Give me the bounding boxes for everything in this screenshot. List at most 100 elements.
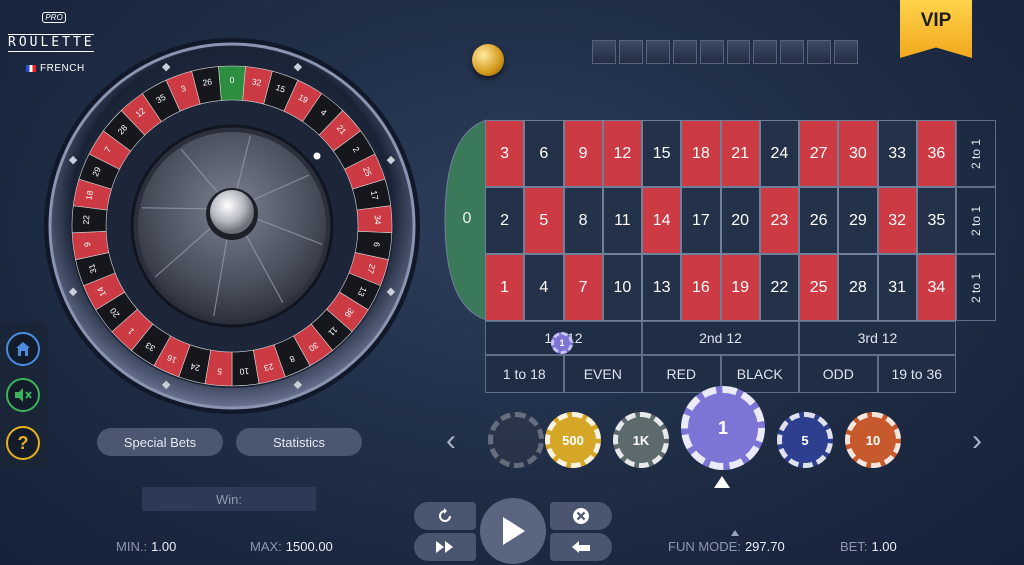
number-cell[interactable]: 2 (485, 187, 525, 254)
number-cell[interactable]: 23 (759, 187, 799, 254)
even-money-bet[interactable]: 19 to 36 (877, 355, 956, 393)
fast-forward-button[interactable] (414, 533, 476, 561)
number-cell[interactable]: 31 (877, 254, 917, 321)
number-cell[interactable]: 33 (877, 120, 917, 187)
column-bet[interactable]: 2 to 1 (956, 254, 996, 321)
chip-10[interactable]: 10 (845, 412, 901, 468)
win-display: Win: (142, 487, 316, 511)
number-cell[interactable]: 35 (916, 187, 956, 254)
number-cell[interactable]: 3 (485, 120, 525, 187)
history-slot (807, 40, 832, 64)
history-slot (672, 40, 697, 64)
chip-5[interactable]: 5 (777, 412, 833, 468)
vip-badge[interactable]: VIP (900, 0, 972, 58)
number-cell[interactable]: 30 (838, 120, 878, 187)
number-cell[interactable]: 11 (602, 187, 642, 254)
chip-1[interactable]: 1 (681, 386, 765, 470)
history-slot (699, 40, 724, 64)
number-cell[interactable]: 24 (759, 120, 799, 187)
max-value: 1500.00 (285, 539, 333, 554)
even-money-bet[interactable]: EVEN (563, 355, 642, 393)
help-button[interactable]: ? (6, 426, 40, 460)
chip-500[interactable]: 500 (545, 412, 601, 468)
repeat-icon (439, 508, 451, 522)
number-cell[interactable]: 12 (602, 120, 642, 187)
number-cell[interactable]: 6 (524, 120, 564, 187)
number-cell[interactable]: 19 (720, 254, 760, 321)
even-money-bet[interactable]: ODD (799, 355, 878, 393)
min-limit: MIN.: 1.00 (116, 539, 177, 554)
number-cell[interactable]: 17 (681, 187, 721, 254)
wheel-pocket-number: 10 (239, 366, 250, 377)
number-cell[interactable]: 22 (759, 254, 799, 321)
undo-icon (572, 541, 590, 553)
win-label: Win: (216, 491, 242, 507)
wheel-pocket-number: 22 (81, 215, 91, 225)
home-button[interactable] (6, 332, 40, 366)
pro-badge: PRO (42, 12, 66, 23)
balance-value: 297.70 (744, 539, 785, 554)
hub-cap (210, 190, 254, 234)
history-slot (834, 40, 859, 64)
history-slot (753, 40, 778, 64)
history-slot (645, 40, 670, 64)
number-cell[interactable]: 28 (838, 254, 878, 321)
special-bets-button[interactable]: Special Bets (97, 428, 223, 456)
chip-hidden[interactable] (488, 412, 544, 468)
number-cell[interactable]: 7 (563, 254, 603, 321)
number-cell[interactable]: 34 (916, 254, 956, 321)
chip-1K[interactable]: 1K (613, 412, 669, 468)
history-slot (618, 40, 643, 64)
even-money-bet[interactable]: 1 to 18 (485, 355, 564, 393)
wheel-pocket-number: 32 (251, 76, 262, 88)
column-bet[interactable]: 2 to 1 (956, 187, 996, 254)
number-cell[interactable]: 26 (799, 187, 839, 254)
wheel-pocket-number: 0 (230, 75, 235, 85)
wheel-pocket-number: 26 (202, 76, 213, 88)
result-history (592, 40, 859, 64)
statistics-button[interactable]: Statistics (236, 428, 362, 456)
chevron-left-icon[interactable]: ‹ (446, 424, 456, 458)
number-cell[interactable]: 32 (877, 187, 917, 254)
sound-button[interactable] (6, 378, 40, 412)
bet-value: 1.00 (871, 539, 897, 554)
number-cell[interactable]: 18 (681, 120, 721, 187)
number-cell[interactable]: 4 (524, 254, 564, 321)
help-icon: ? (17, 432, 29, 453)
chevron-right-icon[interactable]: › (972, 424, 982, 458)
column-bet[interactable]: 2 to 1 (956, 120, 996, 187)
chevron-up-icon[interactable] (731, 530, 739, 536)
number-cell[interactable]: 8 (563, 187, 603, 254)
number-cell[interactable]: 36 (916, 120, 956, 187)
spin-button[interactable] (480, 498, 546, 564)
placed-chip[interactable]: 1 (551, 332, 573, 354)
mute-icon (15, 388, 32, 402)
number-cell[interactable]: 27 (799, 120, 839, 187)
number-cell[interactable]: 20 (720, 187, 760, 254)
number-cell[interactable]: 5 (524, 187, 564, 254)
betting-table: 0 3 6 9 12 15 18 21 24 27 30 33 36 2 5 8 11 14 17 20 23 26 29… (443, 118, 999, 396)
number-cell[interactable]: 13 (642, 254, 682, 321)
repeat-button[interactable] (414, 502, 476, 530)
play-icon (503, 517, 525, 545)
number-cell[interactable]: 21 (720, 120, 760, 187)
fun-mode-balance: FUN MODE: 297.70 (668, 539, 785, 554)
gold-chip-icon[interactable] (472, 44, 504, 76)
number-cell[interactable]: 29 (838, 187, 878, 254)
max-limit: MAX: 1500.00 (250, 539, 333, 554)
number-cell[interactable]: 1 (485, 254, 525, 321)
roulette-wheel: 0 32 1519421225173462713361130823105241633… (44, 38, 420, 414)
number-cell[interactable]: 9 (563, 120, 603, 187)
number-cell[interactable]: 14 (642, 187, 682, 254)
number-cell[interactable]: 10 (602, 254, 642, 321)
undo-button[interactable] (550, 533, 612, 561)
wheel-pocket-number: 34 (373, 215, 383, 225)
dozen-bet[interactable]: 2nd 12 (642, 321, 799, 355)
dozen-bet[interactable]: 3rd 12 (799, 321, 956, 355)
close-icon (573, 508, 589, 524)
number-cell[interactable]: 15 (642, 120, 682, 187)
number-cell[interactable]: 16 (681, 254, 721, 321)
history-slot (726, 40, 751, 64)
clear-bets-button[interactable] (550, 502, 612, 530)
number-cell[interactable]: 25 (799, 254, 839, 321)
